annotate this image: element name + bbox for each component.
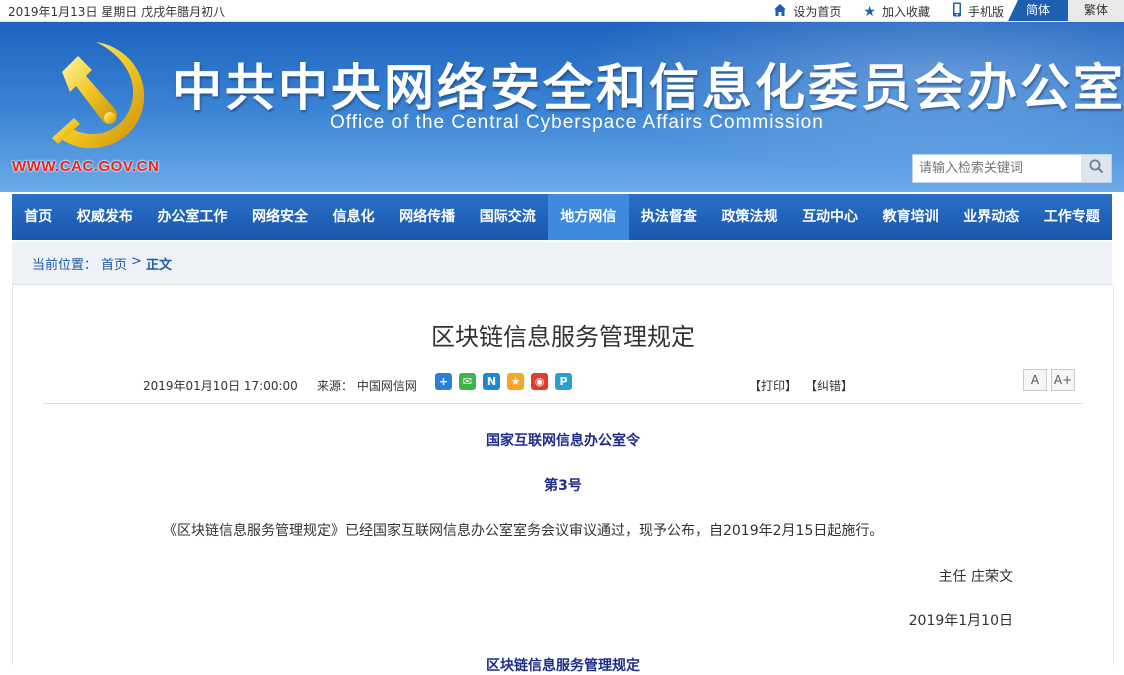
font-size-controls: A A+ xyxy=(1023,369,1075,391)
current-date: 2019年1月13日 星期日 戊戌年腊月初八 xyxy=(8,5,226,19)
breadcrumb-prefix: 当前位置： xyxy=(32,258,98,273)
set-homepage-link[interactable]: 设为首页 xyxy=(773,3,841,21)
nav-item-authoritative-release[interactable]: 权威发布 xyxy=(65,194,146,240)
article-title: 区块链信息服务管理规定 xyxy=(431,323,695,351)
lang-simplified-button[interactable]: 简体 xyxy=(1008,0,1068,21)
search-icon xyxy=(1089,159,1104,178)
article-body: 《区块链信息服务管理规定》已经国家互联网信息办公室室务会议审议通过，现予公布，自… xyxy=(163,523,884,539)
nav-item-cyber-security[interactable]: 网络安全 xyxy=(240,194,321,240)
site-title-cn: 中共中央网络安全和信息化委员会办公室 xyxy=(172,58,1124,117)
article-meta: 2019年01月10日 17:00:00 来源： 中国网信网 + ✉ N ★ ◉… xyxy=(13,369,1113,397)
order-title: 国家互联网信息办公室令 xyxy=(486,433,640,449)
site-header: 中共中央网络安全和信息化委员会办公室 Office of the Central… xyxy=(0,22,1124,192)
main-nav: 首页 权威发布 办公室工作 网络安全 信息化 网络传播 国际交流 地方网信 执法… xyxy=(12,194,1112,240)
share-qzone-icon[interactable]: ★ xyxy=(507,373,524,390)
share-wechat-icon[interactable]: ✉ xyxy=(459,373,476,390)
nav-item-work-topics[interactable]: 工作专题 xyxy=(1032,194,1113,240)
breadcrumb-separator: > xyxy=(131,254,142,269)
site-title-en: Office of the Central Cyberspace Affairs… xyxy=(330,112,824,133)
language-switch: 简体 繁体 xyxy=(1008,0,1124,21)
nav-item-law-enforcement[interactable]: 执法督查 xyxy=(629,194,710,240)
nav-item-interaction-center[interactable]: 互动中心 xyxy=(790,194,871,240)
mobile-version-link[interactable]: 手机版 xyxy=(952,2,1004,21)
article-source: 来源： 中国网信网 xyxy=(317,379,417,393)
nav-item-online-communication[interactable]: 网络传播 xyxy=(387,194,468,240)
nav-item-informatization[interactable]: 信息化 xyxy=(320,194,387,240)
report-error-link[interactable]: 【纠错】 xyxy=(805,377,853,394)
mobile-version-label: 手机版 xyxy=(967,5,1004,19)
nav-item-office-work[interactable]: 办公室工作 xyxy=(145,194,240,240)
site-url: WWW.CAC.GOV.CN xyxy=(12,158,160,175)
star-icon: ★ xyxy=(863,3,876,20)
nav-item-policies-regulations[interactable]: 政策法规 xyxy=(709,194,790,240)
mobile-icon xyxy=(952,2,962,21)
nav-item-international-exchange[interactable]: 国际交流 xyxy=(467,194,548,240)
share-more-icon[interactable]: + xyxy=(435,373,452,390)
article-actions: 【打印】 【纠错】 xyxy=(749,377,853,394)
font-larger-button[interactable]: A+ xyxy=(1051,369,1075,391)
top-links: 设为首页 ★ 加入收藏 手机版 xyxy=(773,2,1004,21)
publish-time: 2019年01月10日 17:00:00 xyxy=(143,379,298,393)
search-input[interactable] xyxy=(913,155,1081,182)
sign-date: 2019年1月10日 xyxy=(908,613,1013,629)
share-bar: + ✉ N ★ ◉ P xyxy=(435,373,572,390)
order-number: 第3号 xyxy=(544,478,582,494)
meta-divider xyxy=(43,403,1083,404)
party-emblem-icon xyxy=(34,34,154,154)
breadcrumb-current: 正文 xyxy=(145,258,172,273)
share-weibo-icon[interactable]: ◉ xyxy=(531,373,548,390)
breadcrumb-home-link[interactable]: 首页 xyxy=(101,254,127,273)
add-favorite-label: 加入收藏 xyxy=(881,5,930,19)
nav-item-industry-news[interactable]: 业界动态 xyxy=(951,194,1032,240)
signer: 主任 庄荣文 xyxy=(938,569,1013,585)
nav-item-local-cac[interactable]: 地方网信 xyxy=(548,194,629,240)
regulation-subtitle: 区块链信息服务管理规定 xyxy=(486,658,640,674)
share-netease-icon[interactable]: N xyxy=(483,373,500,390)
share-pengyou-icon[interactable]: P xyxy=(555,373,572,390)
set-homepage-label: 设为首页 xyxy=(793,5,842,19)
search-button[interactable] xyxy=(1081,155,1111,182)
font-smaller-button[interactable]: A xyxy=(1023,369,1047,391)
print-link[interactable]: 【打印】 xyxy=(749,377,797,394)
top-utility-bar: 2019年1月13日 星期日 戊戌年腊月初八 设为首页 ★ 加入收藏 手机版 简… xyxy=(0,0,1124,22)
nav-item-home[interactable]: 首页 xyxy=(12,194,65,240)
breadcrumb: 当前位置： 首页 > 正文 xyxy=(12,242,1112,285)
nav-item-education-training[interactable]: 教育培训 xyxy=(870,194,951,240)
search-box xyxy=(912,154,1112,183)
add-favorite-link[interactable]: ★ 加入收藏 xyxy=(863,3,930,20)
lang-traditional-button[interactable]: 繁体 xyxy=(1068,0,1124,21)
home-icon xyxy=(773,3,787,21)
article-content: 区块链信息服务管理规定 2019年01月10日 17:00:00 来源： 中国网… xyxy=(12,285,1114,674)
